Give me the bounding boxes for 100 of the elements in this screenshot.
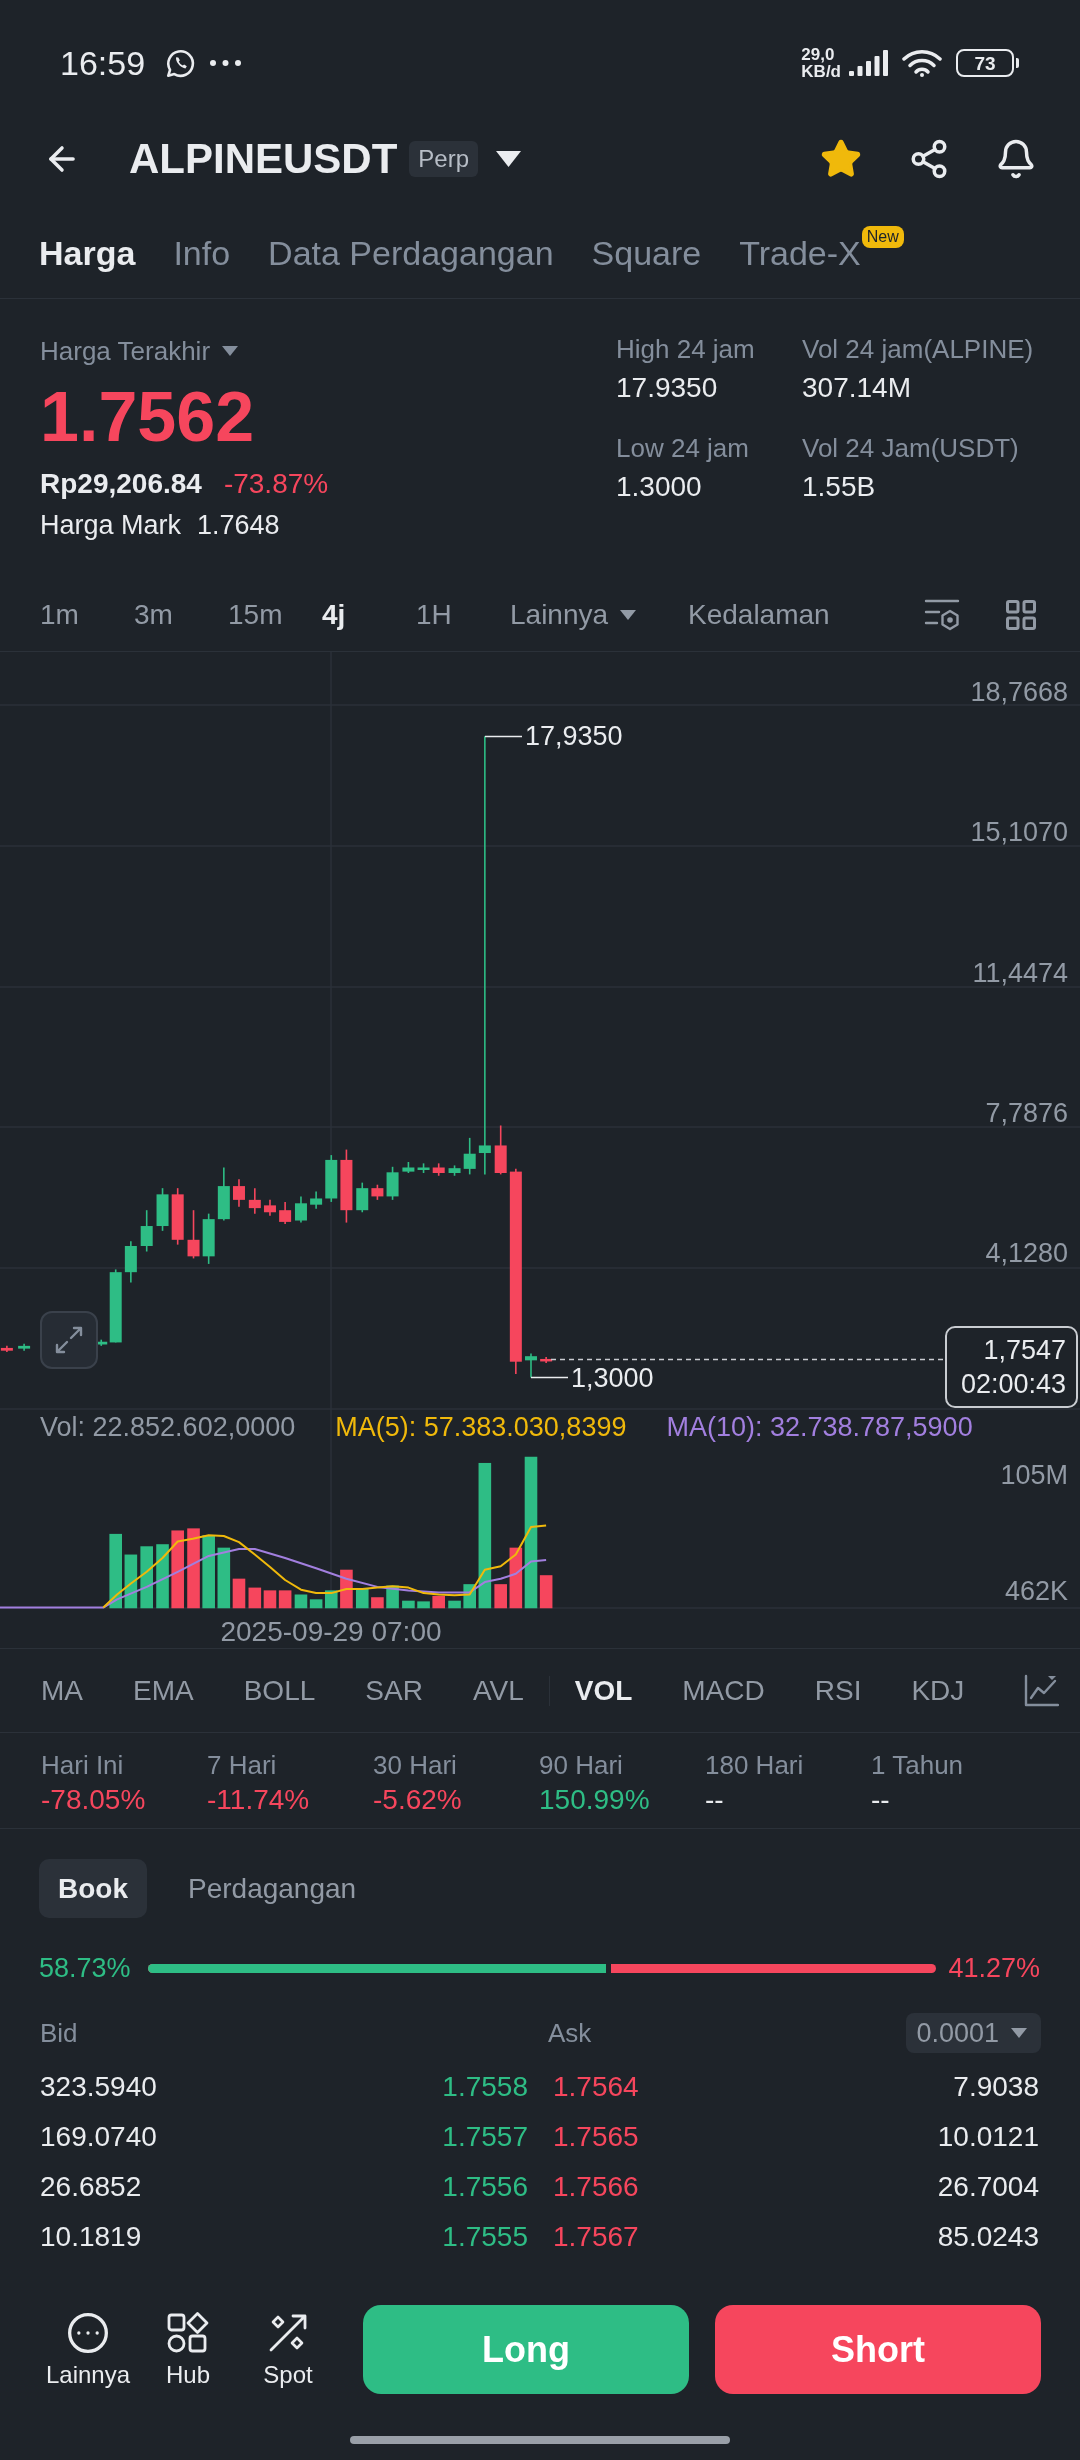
bid-price: 1.7556	[442, 2170, 528, 2204]
ask-price: 1.7565	[553, 2120, 639, 2154]
ask-price: 1.7567	[553, 2220, 639, 2254]
indicator-tab[interactable]: SAR	[340, 1673, 448, 1708]
interval-tab[interactable]: 15m	[228, 597, 283, 632]
price-axis-label: 18,7668	[970, 676, 1068, 709]
low-price-leader	[530, 1376, 569, 1379]
tab[interactable]: Trade-X	[739, 214, 861, 290]
volume-bar	[417, 1601, 430, 1609]
shapes-icon	[166, 2311, 210, 2355]
candle	[525, 1352, 537, 1379]
bid-price: 1.7555	[442, 2220, 528, 2254]
caret-icon[interactable]	[1011, 2028, 1027, 2038]
indicator-tab[interactable]: EMA	[108, 1673, 219, 1708]
last-price-label: Harga Terakhir	[40, 335, 211, 368]
expand-icon	[54, 1325, 84, 1355]
period-change: --	[705, 1784, 725, 1816]
contract-type-badge: Perp	[409, 141, 479, 177]
period-label: 180 Hari	[705, 1749, 805, 1781]
tab[interactable]: Harga	[39, 214, 136, 290]
status-time: 16:59	[60, 43, 146, 83]
book-tab[interactable]: Perdagangan	[169, 1859, 376, 1918]
bid-ratio: 58.73%	[39, 1952, 131, 1985]
indicator-tab[interactable]: BOLL	[218, 1673, 341, 1708]
candle	[432, 1162, 445, 1177]
volume-bar	[248, 1587, 262, 1609]
ask-column-header: Ask	[548, 2017, 592, 2050]
bid-price: 1.7558	[442, 2070, 528, 2104]
ask-amount: 7.9038	[953, 2070, 1039, 2104]
candle	[386, 1166, 399, 1201]
indicator-tab[interactable]: AVL	[447, 1673, 549, 1708]
indicator-tab[interactable]: MA	[16, 1673, 108, 1708]
phone-chat-icon	[165, 47, 197, 79]
nav-button[interactable]: Lainnya	[38, 2311, 138, 2389]
stat-value: 17.9350	[616, 371, 719, 405]
ma5-readout: MA(5): 57.383.030,8399	[335, 1411, 627, 1444]
mark-price-label: Harga Mark	[40, 509, 182, 542]
stat-value: 1.3000	[616, 470, 703, 504]
high-price-marker: 17,9350	[525, 720, 623, 753]
nav-button[interactable]: Hub	[138, 2311, 238, 2389]
indicator-tab[interactable]: RSI	[789, 1673, 887, 1708]
ask-amount: 26.7004	[937, 2170, 1039, 2204]
indicator-tab[interactable]: VOL	[549, 1673, 658, 1708]
candle	[0, 1345, 13, 1353]
expand-chart-button[interactable]	[40, 1311, 98, 1369]
tab[interactable]: Data Perdagangan	[268, 214, 554, 290]
volume-bar	[494, 1584, 507, 1609]
period-label: 30 Hari	[373, 1749, 458, 1781]
period-change: -5.62%	[373, 1784, 463, 1816]
price-axis-label: 4,1280	[985, 1237, 1068, 1271]
candle	[202, 1212, 215, 1265]
candle	[187, 1209, 200, 1260]
signal-icon	[849, 50, 888, 76]
caret-icon[interactable]	[620, 609, 637, 620]
more-intervals-dropdown[interactable]: Lainnya	[510, 597, 637, 632]
period-label: 90 Hari	[539, 1749, 624, 1781]
nav-button[interactable]: Spot	[238, 2311, 338, 2389]
candle	[417, 1162, 430, 1174]
interval-tab[interactable]: 1m	[40, 597, 79, 632]
wifi-icon	[902, 49, 942, 77]
more-icon	[210, 60, 242, 66]
ask-ratio: 41.27%	[948, 1952, 1040, 1985]
stat-label: Vol 24 jam(ALPINE)	[802, 333, 1034, 366]
short-button[interactable]: Short	[715, 2305, 1041, 2394]
indicator-tab[interactable]: MACD	[657, 1673, 790, 1708]
indicator-tab[interactable]: KDJ	[886, 1673, 990, 1708]
battery-indicator: 73	[956, 49, 1019, 77]
stat-label: High 24 jam	[616, 333, 756, 366]
candle	[540, 1356, 553, 1364]
volume-bar	[448, 1600, 461, 1609]
time-axis-label: 2025-09-29 07:00	[220, 1615, 442, 1649]
candle	[448, 1164, 461, 1177]
line-chart-icon[interactable]	[1024, 1674, 1059, 1707]
candle	[124, 1240, 137, 1284]
favorite-star-icon[interactable]	[820, 138, 862, 180]
candle	[18, 1343, 31, 1352]
interval-tab[interactable]: 1H	[416, 597, 452, 632]
interval-tab[interactable]: 4j	[322, 597, 346, 632]
tab[interactable]: Info	[173, 214, 231, 290]
precision-dropdown[interactable]: 0.0001	[906, 2013, 1041, 2053]
tab[interactable]: Square	[591, 214, 702, 290]
interval-tab[interactable]: 3m	[134, 597, 173, 632]
chart-settings-icon[interactable]	[924, 597, 960, 632]
low-price-marker: 1,3000	[571, 1362, 654, 1395]
candle	[140, 1209, 153, 1253]
volume-bar	[263, 1590, 277, 1609]
period-change: --	[871, 1784, 891, 1816]
stat-label: Low 24 jam	[616, 432, 750, 465]
caret-icon[interactable]	[222, 346, 239, 356]
depth-tab[interactable]: Kedalaman	[688, 597, 830, 632]
ma10-readout: MA(10): 32.738.787,5900	[666, 1411, 973, 1444]
volume-axis-label: 462K	[1004, 1575, 1068, 1608]
volume-bar	[124, 1554, 138, 1609]
fiat-price: Rp29,206.84	[40, 467, 202, 501]
volume-bar	[340, 1569, 353, 1609]
ask-price: 1.7566	[553, 2170, 639, 2204]
stat-value: 1.55B	[802, 470, 877, 504]
book-tab[interactable]: Book	[39, 1859, 147, 1918]
dropdown-caret-icon[interactable]	[496, 151, 522, 167]
volume-readout: Vol: 22.852.602,0000	[40, 1411, 296, 1444]
